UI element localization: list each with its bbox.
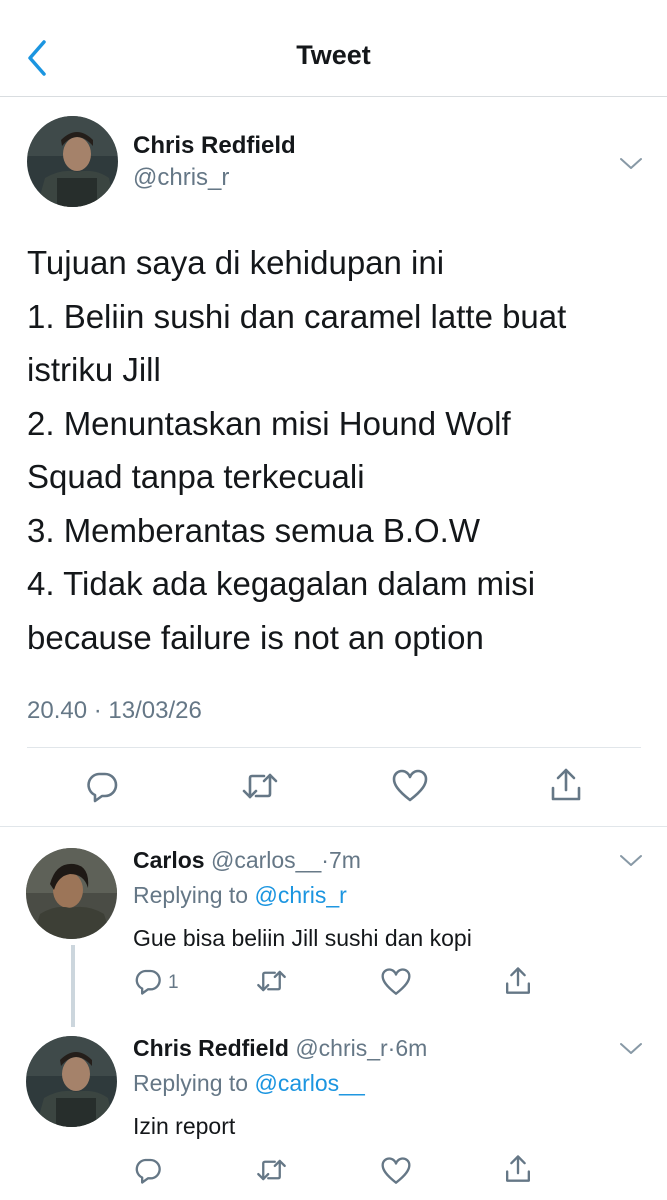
tweet-timestamp[interactable]: 20.40 · 13/03/26	[27, 697, 202, 725]
tweet-line: 2. Menuntaskan misi Hound Wolf	[27, 404, 511, 442]
reply-text: Gue bisa beliin Jill sushi dan kopi	[133, 925, 472, 951]
replying-label: Replying to	[133, 882, 249, 908]
retweet-button[interactable]	[240, 768, 280, 809]
chevron-down-icon	[620, 1043, 642, 1054]
reply-author-handle[interactable]: @chris_r	[295, 1035, 387, 1061]
retweet-icon	[257, 970, 286, 992]
avatar[interactable]	[26, 848, 117, 939]
like-button[interactable]	[380, 1156, 412, 1191]
tweet-line: 4. Tidak ada kegagalan dalam misi	[27, 565, 536, 602]
reply-button[interactable]	[133, 966, 163, 1001]
avatar-image	[27, 116, 118, 207]
share-icon	[551, 768, 581, 801]
author-handle[interactable]: @chris_r	[133, 164, 229, 192]
like-icon	[392, 769, 428, 802]
divider	[0, 826, 667, 827]
reply-icon	[87, 772, 118, 803]
tweet-line: istriku Jill	[27, 351, 161, 388]
chevron-down-icon	[620, 158, 642, 169]
retweet-icon	[242, 773, 278, 799]
reply-author-line: Carlos @carlos__·7m	[133, 847, 361, 874]
retweet-button[interactable]	[255, 966, 288, 1001]
reply-time: 7m	[328, 847, 361, 873]
tweet-line: because failure is not an option	[27, 618, 484, 656]
replying-to-link[interactable]: @chris_r	[254, 882, 346, 908]
share-button[interactable]	[548, 766, 584, 809]
tweet-time: 20.40	[27, 697, 88, 724]
avatar-image	[26, 848, 117, 939]
like-icon	[381, 968, 411, 995]
tweet-text: Tujuan saya di kehidupan ini 1. Beliin s…	[27, 236, 647, 664]
replying-label: Replying to	[133, 1070, 249, 1096]
retweet-icon	[257, 1159, 286, 1181]
reply-author-name[interactable]: Chris Redfield	[133, 1035, 289, 1061]
reply-button[interactable]	[84, 768, 120, 809]
retweet-button[interactable]	[255, 1155, 288, 1190]
replying-to: Replying to @chris_r	[133, 882, 347, 909]
like-icon	[381, 1157, 411, 1184]
reply-time: 6m	[395, 1035, 428, 1061]
share-icon	[506, 1155, 530, 1182]
reply-menu-button[interactable]	[618, 852, 644, 870]
reply-text: Izin report	[133, 1113, 236, 1139]
reply-separator: ·	[321, 847, 329, 873]
thread-connector	[71, 945, 75, 1027]
reply-menu-button[interactable]	[618, 1040, 644, 1058]
reply-count: 1	[168, 972, 179, 993]
like-button[interactable]	[391, 768, 429, 809]
avatar[interactable]	[27, 116, 118, 207]
tweet-line: Squad tanpa terkecuali	[27, 458, 365, 495]
chevron-down-icon	[620, 855, 642, 866]
author-name[interactable]: Chris Redfield	[133, 132, 296, 160]
avatar-image	[26, 1036, 117, 1127]
share-button[interactable]	[503, 1153, 533, 1190]
replying-to-link[interactable]: @carlos__	[254, 1070, 364, 1096]
like-button[interactable]	[380, 967, 412, 1002]
replying-to: Replying to @carlos__	[133, 1070, 365, 1097]
tweet-menu-button[interactable]	[618, 155, 644, 173]
meta-separator: ·	[93, 697, 102, 724]
divider	[27, 747, 641, 748]
reply-icon	[135, 1158, 161, 1184]
share-icon	[506, 967, 530, 994]
top-bar: Tweet	[0, 0, 667, 97]
tweet-date: 13/03/26	[108, 697, 202, 724]
tweet-line: 3. Memberantas semua B.O.W	[27, 511, 480, 549]
reply-icon	[135, 969, 161, 995]
reply-author-line: Chris Redfield @chris_r·6m	[133, 1035, 427, 1062]
reply-button[interactable]	[133, 1155, 163, 1190]
avatar[interactable]	[26, 1036, 117, 1127]
tweet-line: 1. Beliin sushi dan caramel latte buat	[27, 297, 567, 335]
reply-author-handle[interactable]: @carlos__	[211, 847, 321, 873]
share-button[interactable]	[503, 965, 533, 1002]
page-title: Tweet	[296, 40, 371, 70]
reply-author-name[interactable]: Carlos	[133, 847, 205, 873]
tweet-line: Tujuan saya di kehidupan ini	[27, 244, 445, 281]
